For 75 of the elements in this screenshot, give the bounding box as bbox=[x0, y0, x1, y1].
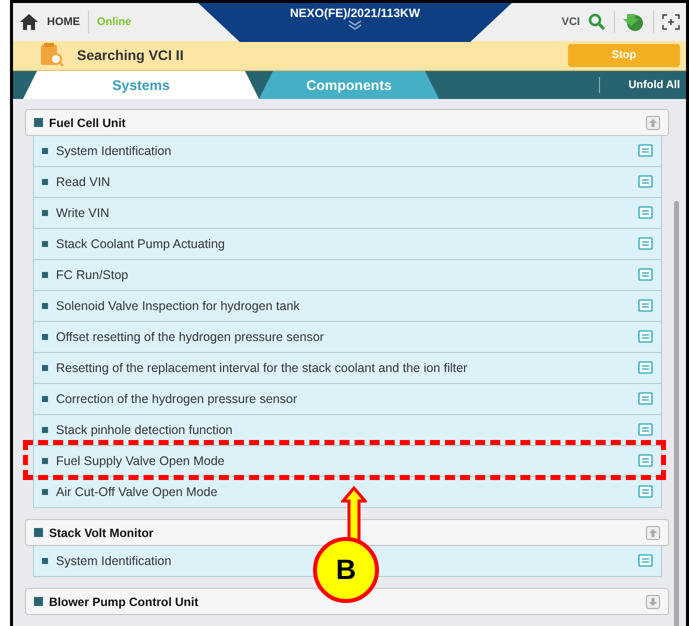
function-label: System Identification bbox=[56, 554, 172, 568]
list-icon[interactable] bbox=[638, 144, 653, 158]
bullet-icon bbox=[42, 241, 48, 247]
function-row[interactable]: Stack Coolant Pump Actuating bbox=[33, 229, 662, 260]
online-status: Online bbox=[97, 16, 132, 28]
home-label[interactable]: HOME bbox=[47, 16, 80, 28]
bullet-icon bbox=[42, 458, 48, 464]
bullet-icon bbox=[42, 558, 48, 564]
bullet-icon bbox=[42, 365, 48, 371]
section-header[interactable]: Blower Pump Control Unit bbox=[25, 588, 669, 615]
function-label: Resetting of the replacement interval for the stack coolant and the ion filter bbox=[56, 361, 468, 375]
scan-icon[interactable] bbox=[662, 14, 680, 30]
section-bullet-icon bbox=[34, 528, 43, 537]
function-row[interactable]: Resetting of the replacement interval for the stack coolant and the ion filter bbox=[33, 353, 662, 384]
bullet-icon bbox=[42, 303, 48, 309]
expand-icon[interactable] bbox=[646, 594, 660, 608]
search-icon[interactable] bbox=[588, 12, 606, 31]
list-icon[interactable] bbox=[638, 454, 653, 468]
section-title: Blower Pump Control Unit bbox=[49, 594, 200, 608]
section-header[interactable]: Fuel Cell Unit bbox=[25, 109, 669, 136]
bullet-icon bbox=[42, 210, 48, 216]
scrollbar-thumb[interactable] bbox=[674, 201, 679, 626]
list-icon[interactable] bbox=[638, 330, 653, 344]
list-icon[interactable] bbox=[638, 554, 653, 568]
list-icon[interactable] bbox=[638, 485, 653, 499]
unfold-all-button[interactable]: Unfold All bbox=[599, 76, 686, 93]
function-label: Correction of the hydrogen pressure sensor bbox=[56, 392, 298, 406]
list-icon[interactable] bbox=[638, 299, 653, 313]
bullet-icon bbox=[42, 489, 48, 495]
function-label: Read VIN bbox=[56, 175, 112, 189]
list-icon[interactable] bbox=[638, 206, 653, 220]
bullet-icon bbox=[42, 272, 48, 278]
function-label: System Identification bbox=[56, 144, 172, 158]
function-label: Solenoid Valve Inspection for hydrogen tank bbox=[56, 299, 301, 313]
function-row[interactable]: FC Run/Stop bbox=[33, 260, 662, 291]
function-row[interactable]: Read VIN bbox=[33, 167, 662, 198]
collapse-icon[interactable] bbox=[646, 116, 660, 130]
home-icon[interactable] bbox=[19, 12, 39, 31]
search-status-text: Searching VCI II bbox=[77, 47, 184, 64]
bullet-icon bbox=[42, 427, 48, 433]
section-bullet-icon bbox=[34, 597, 43, 606]
vci-label: VCI bbox=[562, 16, 580, 28]
function-label: Fuel Supply Valve Open Mode bbox=[56, 454, 226, 468]
function-label: Stack Coolant Pump Actuating bbox=[56, 237, 226, 251]
list-icon[interactable] bbox=[638, 361, 653, 375]
vci-search-icon bbox=[39, 42, 65, 68]
function-label: Air Cut-Off Valve Open Mode bbox=[56, 485, 218, 499]
function-row[interactable]: Write VIN bbox=[33, 198, 662, 229]
function-label: Write VIN bbox=[56, 206, 110, 220]
function-label: FC Run/Stop bbox=[56, 268, 130, 282]
section-title: Fuel Cell Unit bbox=[49, 116, 127, 130]
collapse-icon[interactable] bbox=[646, 526, 660, 540]
function-row[interactable]: Stack pinhole detection function bbox=[33, 415, 662, 446]
download-globe-icon[interactable] bbox=[623, 12, 645, 32]
list-icon[interactable] bbox=[638, 268, 653, 282]
section-title: Stack Volt Monitor bbox=[49, 526, 154, 540]
section-bullet-icon bbox=[34, 118, 43, 127]
function-row[interactable]: Offset resetting of the hydrogen pressure sensor bbox=[33, 322, 662, 353]
list-icon[interactable] bbox=[638, 175, 653, 189]
bullet-icon bbox=[42, 334, 48, 340]
function-row[interactable]: System Identification bbox=[33, 136, 662, 167]
list-icon[interactable] bbox=[638, 237, 653, 251]
list-icon[interactable] bbox=[638, 392, 653, 406]
bullet-icon bbox=[42, 396, 48, 402]
section-header[interactable]: Stack Volt Monitor bbox=[25, 519, 669, 546]
up-arrow-icon bbox=[341, 486, 367, 542]
function-row[interactable]: Correction of the hydrogen pressure sensor bbox=[33, 384, 662, 415]
function-row[interactable]: Solenoid Valve Inspection for hydrogen tank bbox=[33, 291, 662, 322]
function-label: Offset resetting of the hydrogen pressure sensor bbox=[56, 330, 325, 344]
function-label: Stack pinhole detection function bbox=[56, 423, 234, 437]
bullet-icon bbox=[42, 148, 48, 154]
list-icon[interactable] bbox=[638, 423, 653, 437]
function-row[interactable]: Air Cut-Off Valve Open Mode bbox=[33, 477, 662, 508]
function-row[interactable]: Fuel Supply Valve Open Mode bbox=[33, 446, 662, 477]
bullet-icon bbox=[42, 179, 48, 185]
